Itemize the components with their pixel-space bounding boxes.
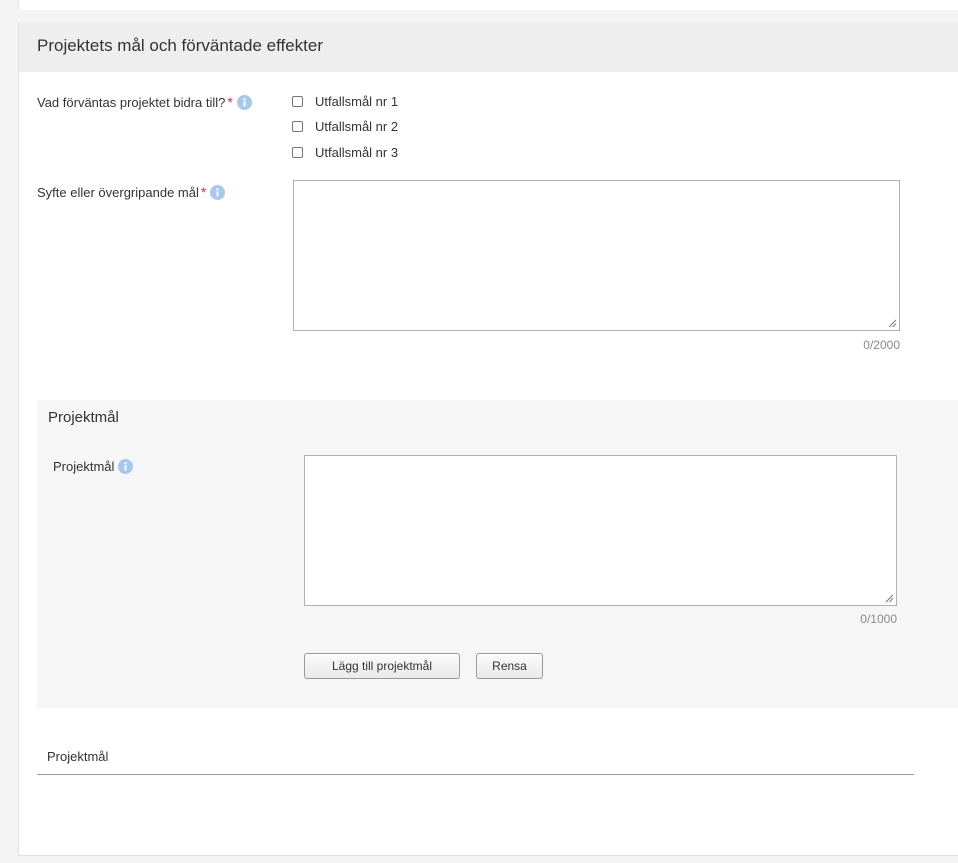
purpose-textarea[interactable] (293, 180, 900, 331)
required-mark: * (227, 94, 233, 110)
project-goal-textarea[interactable] (304, 455, 897, 606)
contribution-label-text: Vad förväntas projektet bidra till? (37, 95, 226, 110)
subpanel-title: Projektmål (48, 409, 119, 426)
checkbox-option-1[interactable]: Utfallsmål nr 1 (292, 92, 398, 110)
checkbox-option-3[interactable]: Utfallsmål nr 3 (292, 143, 398, 161)
info-icon[interactable] (236, 95, 252, 110)
section-title: Projektets mål och förväntade effekter (37, 36, 324, 55)
project-goal-char-counter: 0/1000 (860, 612, 897, 626)
project-goal-subpanel: Projektmål Projektmål 0/1000 Lägg till p… (37, 400, 958, 708)
add-project-goal-button[interactable]: Lägg till projektmål (304, 653, 460, 679)
purpose-label: Syfte eller övergripande mål * (37, 184, 297, 201)
info-icon[interactable] (118, 459, 134, 474)
resize-grip-icon[interactable] (888, 319, 897, 328)
checkbox-label: Utfallsmål nr 3 (315, 144, 399, 160)
checkbox[interactable] (292, 146, 303, 158)
purpose-label-text: Syfte eller övergripande mål (37, 185, 199, 200)
checkbox-option-2[interactable]: Utfallsmål nr 2 (292, 117, 398, 135)
checkbox[interactable] (292, 95, 303, 107)
list-divider (37, 774, 914, 775)
project-goal-list-title: Projektmål (47, 749, 109, 764)
info-icon[interactable] (210, 185, 226, 200)
goals-panel: Projektets mål och förväntade effekter V… (18, 22, 958, 856)
page: Projektets mål och förväntade effekter V… (0, 0, 958, 863)
project-goal-label: Projektmål (53, 458, 134, 475)
top-strip (18, 0, 958, 10)
required-mark: * (200, 184, 207, 200)
resize-grip-icon[interactable] (885, 594, 894, 603)
contribution-label: Vad förväntas projektet bidra till? * (37, 94, 262, 111)
checkbox-label: Utfallsmål nr 1 (315, 93, 399, 109)
purpose-char-counter: 0/2000 (863, 338, 900, 352)
checkbox[interactable] (292, 120, 303, 132)
checkbox-label: Utfallsmål nr 2 (315, 118, 399, 134)
clear-button[interactable]: Rensa (476, 653, 543, 679)
project-goal-label-text: Projektmål (53, 459, 115, 474)
section-header: Projektets mål och förväntade effekter (19, 22, 958, 72)
